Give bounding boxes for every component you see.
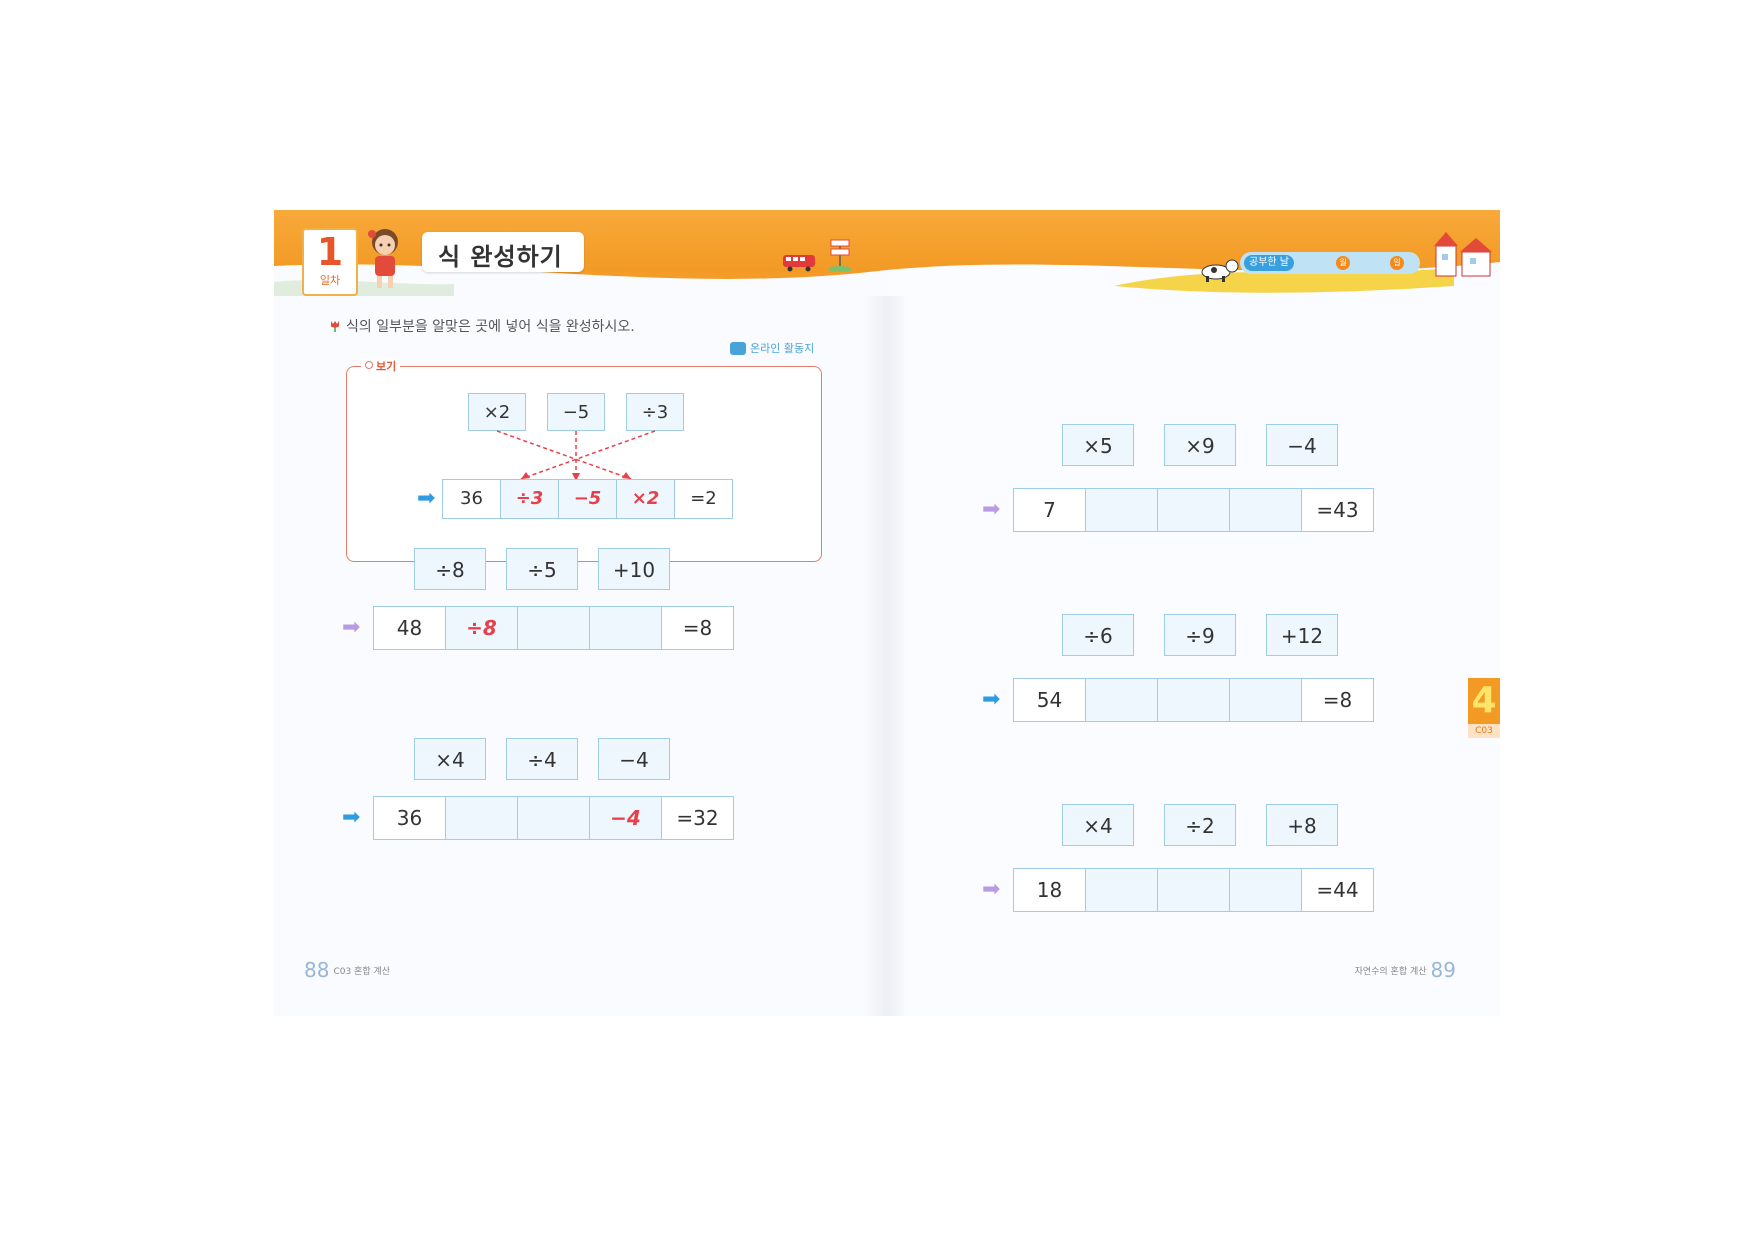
chapter-code: C03 — [1468, 724, 1500, 738]
result-cell: =32 — [661, 796, 734, 840]
equation-row: 48 ÷8 =8 — [373, 606, 734, 650]
example-equation-row: 36 ÷3 −5 ×2 =2 — [442, 479, 733, 523]
answer-slot[interactable] — [517, 796, 590, 840]
operation-card[interactable]: −4 — [598, 738, 670, 780]
instruction-label: 식의 일부분을 알맞은 곳에 넣어 식을 완성하시오. — [346, 319, 635, 335]
answer-slot[interactable] — [1157, 488, 1230, 532]
operation-card[interactable]: +10 — [598, 548, 670, 590]
operation-card[interactable]: ×5 — [1062, 424, 1134, 466]
header-banner: 1 일차 식 완성하기 공부한 날 월 일 — [274, 210, 1500, 296]
operation-card[interactable]: ×4 — [414, 738, 486, 780]
title-box: 식 완성하기 — [422, 232, 584, 272]
answer-slot[interactable] — [517, 606, 590, 650]
online-activity-link[interactable]: 온라인 활동지 — [730, 340, 814, 356]
footer-right: 자연수의 혼합 계산 89 — [1355, 958, 1456, 982]
girl-character-icon — [368, 229, 398, 288]
answer-slot[interactable] — [589, 606, 662, 650]
chapter-side-tab: 4 C03 — [1468, 678, 1500, 742]
example-answer-cell: ÷3 — [500, 479, 559, 519]
answer-slot[interactable] — [1157, 678, 1230, 722]
operation-card[interactable]: ×9 — [1164, 424, 1236, 466]
houses-icon — [1434, 232, 1492, 277]
instruction-text: 식의 일부분을 알맞은 곳에 넣어 식을 완성하시오. — [330, 316, 635, 336]
operation-card[interactable]: +12 — [1266, 614, 1338, 656]
arrow-right-icon: ➡ — [342, 615, 361, 640]
answer-slot[interactable]: ÷8 — [445, 606, 518, 650]
day-label: 일차 — [319, 274, 341, 287]
left-page-number: 88 — [304, 958, 330, 982]
online-activity-label: 온라인 활동지 — [750, 342, 815, 355]
operation-card[interactable]: ÷6 — [1062, 614, 1134, 656]
worksheet-icon — [730, 342, 746, 355]
answer-slot[interactable]: −4 — [589, 796, 662, 840]
answer-slot[interactable] — [1229, 488, 1302, 532]
example-start-cell: 36 — [442, 479, 501, 519]
signpost-icon — [828, 239, 852, 272]
arrow-right-icon: ➡ — [982, 877, 1001, 902]
study-date-label: 공부한 날 — [1244, 255, 1294, 271]
chapter-number: 4 — [1468, 678, 1500, 724]
equation-row: 36 −4 =32 — [373, 796, 734, 840]
operation-card[interactable]: ÷9 — [1164, 614, 1236, 656]
arrow-right-icon: ➡ — [417, 486, 436, 511]
right-page-number: 89 — [1430, 958, 1456, 982]
equation-row: 7 =43 — [1013, 488, 1374, 532]
start-number-cell: 18 — [1013, 868, 1086, 912]
operation-card[interactable]: ÷8 — [414, 548, 486, 590]
start-number-cell: 54 — [1013, 678, 1086, 722]
day-number: 1 — [316, 230, 344, 274]
result-cell: =43 — [1301, 488, 1374, 532]
operation-card[interactable]: ÷5 — [506, 548, 578, 590]
left-footer-text: C03 혼합 계산 — [333, 967, 391, 977]
tulip-icon — [331, 321, 339, 332]
example-answer-cell: −5 — [558, 479, 617, 519]
arrow-right-icon: ➡ — [982, 497, 1001, 522]
answer-slot[interactable] — [1085, 868, 1158, 912]
result-cell: =8 — [661, 606, 734, 650]
operation-card[interactable]: −4 — [1266, 424, 1338, 466]
answer-slot[interactable] — [1229, 678, 1302, 722]
page-title: 식 완성하기 — [438, 243, 563, 271]
dog-icon — [1201, 259, 1239, 282]
book-gutter — [864, 210, 910, 1016]
answer-slot[interactable] — [1157, 868, 1230, 912]
right-footer-text: 자연수의 혼합 계산 — [1354, 967, 1427, 977]
month-label: 월 — [1336, 256, 1350, 270]
start-number-cell: 7 — [1013, 488, 1086, 532]
operation-card[interactable]: ÷4 — [506, 738, 578, 780]
day-badge: 1 일차 — [302, 228, 358, 296]
operation-card[interactable]: +8 — [1266, 804, 1338, 846]
example-box: 보기 ×2 −5 ÷3 ➡ 36 ÷3 −5 ×2 =2 — [346, 358, 822, 562]
equation-row: 18 =44 — [1013, 868, 1374, 912]
study-date-bar: 공부한 날 월 일 — [1240, 252, 1420, 274]
arrow-right-icon: ➡ — [982, 687, 1001, 712]
example-connector-lines — [496, 430, 656, 481]
start-number-cell: 36 — [373, 796, 446, 840]
answer-slot[interactable] — [445, 796, 518, 840]
result-cell: =8 — [1301, 678, 1374, 722]
footer-left: 88 C03 혼합 계산 — [304, 958, 390, 982]
answer-slot[interactable] — [1085, 488, 1158, 532]
equation-row: 54 =8 — [1013, 678, 1374, 722]
workbook-spread: 1 일차 식 완성하기 공부한 날 월 일 식의 일부분을 알맞은 곳에 넣어 … — [274, 210, 1500, 1016]
operation-card[interactable]: ×4 — [1062, 804, 1134, 846]
bus-icon — [783, 255, 815, 272]
operation-card[interactable]: ÷2 — [1164, 804, 1236, 846]
arrow-right-icon: ➡ — [342, 805, 361, 830]
result-cell: =44 — [1301, 868, 1374, 912]
day-unit-label: 일 — [1390, 256, 1404, 270]
example-result-cell: =2 — [674, 479, 733, 519]
example-answer-cell: ×2 — [616, 479, 675, 519]
answer-slot[interactable] — [1229, 868, 1302, 912]
start-number-cell: 48 — [373, 606, 446, 650]
answer-slot[interactable] — [1085, 678, 1158, 722]
